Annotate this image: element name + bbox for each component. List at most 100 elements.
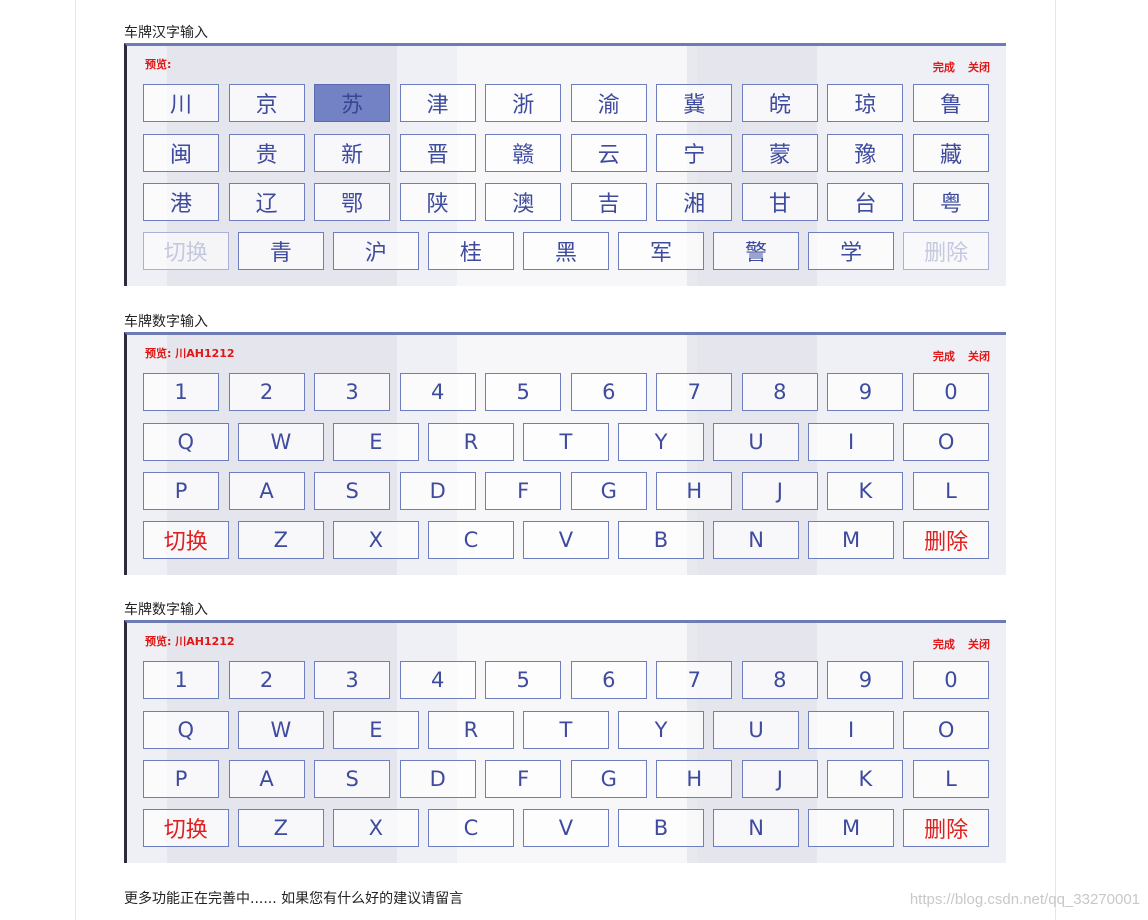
key-P[interactable]: P — [143, 472, 220, 510]
key-F[interactable]: F — [485, 472, 562, 510]
key-2[interactable]: 2 — [228, 373, 305, 411]
key-蒙[interactable]: 蒙 — [741, 134, 818, 172]
key-2[interactable]: 2 — [228, 661, 305, 699]
key-V[interactable]: V — [523, 809, 609, 847]
key-L[interactable]: L — [912, 760, 989, 798]
key-E[interactable]: E — [333, 711, 419, 749]
key-E[interactable]: E — [333, 423, 419, 461]
key-台[interactable]: 台 — [827, 183, 904, 221]
delete-key[interactable]: 删除 — [903, 521, 989, 559]
key-T[interactable]: T — [523, 423, 609, 461]
key-津[interactable]: 津 — [399, 84, 476, 122]
key-陕[interactable]: 陕 — [399, 183, 476, 221]
key-新[interactable]: 新 — [314, 134, 391, 172]
key-Z[interactable]: Z — [238, 521, 324, 559]
key-皖[interactable]: 皖 — [741, 84, 818, 122]
key-甘[interactable]: 甘 — [741, 183, 818, 221]
switch-key[interactable]: 切换 — [143, 809, 229, 847]
key-P[interactable]: P — [143, 760, 220, 798]
key-吉[interactable]: 吉 — [570, 183, 647, 221]
key-3[interactable]: 3 — [314, 373, 391, 411]
key-警[interactable]: 警 — [713, 232, 799, 270]
key-鄂[interactable]: 鄂 — [314, 183, 391, 221]
key-G[interactable]: G — [570, 472, 647, 510]
key-0[interactable]: 0 — [912, 373, 989, 411]
key-黑[interactable]: 黑 — [523, 232, 609, 270]
key-L[interactable]: L — [912, 472, 989, 510]
key-学[interactable]: 学 — [808, 232, 894, 270]
key-Z[interactable]: Z — [238, 809, 324, 847]
key-军[interactable]: 军 — [618, 232, 704, 270]
key-N[interactable]: N — [713, 521, 799, 559]
key-Q[interactable]: Q — [143, 711, 229, 749]
key-6[interactable]: 6 — [570, 373, 647, 411]
key-D[interactable]: D — [399, 760, 476, 798]
key-鲁[interactable]: 鲁 — [912, 84, 989, 122]
key-U[interactable]: U — [713, 423, 799, 461]
key-R[interactable]: R — [428, 423, 514, 461]
key-4[interactable]: 4 — [399, 661, 476, 699]
done-button[interactable]: 完成 — [933, 61, 955, 74]
key-赣[interactable]: 赣 — [485, 134, 562, 172]
key-6[interactable]: 6 — [570, 661, 647, 699]
key-F[interactable]: F — [485, 760, 562, 798]
key-7[interactable]: 7 — [656, 373, 733, 411]
key-冀[interactable]: 冀 — [656, 84, 733, 122]
close-button[interactable]: 关闭 — [968, 350, 990, 363]
key-贵[interactable]: 贵 — [228, 134, 305, 172]
key-G[interactable]: G — [570, 760, 647, 798]
close-button[interactable]: 关闭 — [968, 61, 990, 74]
key-琼[interactable]: 琼 — [827, 84, 904, 122]
key-青[interactable]: 青 — [238, 232, 324, 270]
key-辽[interactable]: 辽 — [228, 183, 305, 221]
key-宁[interactable]: 宁 — [656, 134, 733, 172]
key-H[interactable]: H — [656, 760, 733, 798]
key-Q[interactable]: Q — [143, 423, 229, 461]
key-1[interactable]: 1 — [143, 373, 220, 411]
key-R[interactable]: R — [428, 711, 514, 749]
delete-key[interactable]: 删除 — [903, 809, 989, 847]
key-5[interactable]: 5 — [485, 373, 562, 411]
key-K[interactable]: K — [827, 760, 904, 798]
key-X[interactable]: X — [333, 809, 419, 847]
close-button[interactable]: 关闭 — [968, 638, 990, 651]
key-T[interactable]: T — [523, 711, 609, 749]
key-京[interactable]: 京 — [228, 84, 305, 122]
key-渝[interactable]: 渝 — [570, 84, 647, 122]
key-澳[interactable]: 澳 — [485, 183, 562, 221]
switch-key[interactable]: 切换 — [143, 521, 229, 559]
key-K[interactable]: K — [827, 472, 904, 510]
key-湘[interactable]: 湘 — [656, 183, 733, 221]
key-5[interactable]: 5 — [485, 661, 562, 699]
key-川[interactable]: 川 — [143, 84, 220, 122]
key-N[interactable]: N — [713, 809, 799, 847]
key-9[interactable]: 9 — [827, 661, 904, 699]
key-S[interactable]: S — [314, 760, 391, 798]
switch-key[interactable]: 切换 — [143, 232, 229, 270]
key-7[interactable]: 7 — [656, 661, 733, 699]
key-9[interactable]: 9 — [827, 373, 904, 411]
key-A[interactable]: A — [228, 760, 305, 798]
key-B[interactable]: B — [618, 809, 704, 847]
key-Y[interactable]: Y — [618, 711, 704, 749]
key-4[interactable]: 4 — [399, 373, 476, 411]
key-8[interactable]: 8 — [741, 373, 818, 411]
key-H[interactable]: H — [656, 472, 733, 510]
key-J[interactable]: J — [741, 760, 818, 798]
key-S[interactable]: S — [314, 472, 391, 510]
done-button[interactable]: 完成 — [933, 350, 955, 363]
done-button[interactable]: 完成 — [933, 638, 955, 651]
key-C[interactable]: C — [428, 521, 514, 559]
key-M[interactable]: M — [808, 809, 894, 847]
key-B[interactable]: B — [618, 521, 704, 559]
key-闽[interactable]: 闽 — [143, 134, 220, 172]
key-A[interactable]: A — [228, 472, 305, 510]
key-W[interactable]: W — [238, 711, 324, 749]
key-Y[interactable]: Y — [618, 423, 704, 461]
key-D[interactable]: D — [399, 472, 476, 510]
key-浙[interactable]: 浙 — [485, 84, 562, 122]
key-港[interactable]: 港 — [143, 183, 220, 221]
key-U[interactable]: U — [713, 711, 799, 749]
key-沪[interactable]: 沪 — [333, 232, 419, 270]
key-M[interactable]: M — [808, 521, 894, 559]
